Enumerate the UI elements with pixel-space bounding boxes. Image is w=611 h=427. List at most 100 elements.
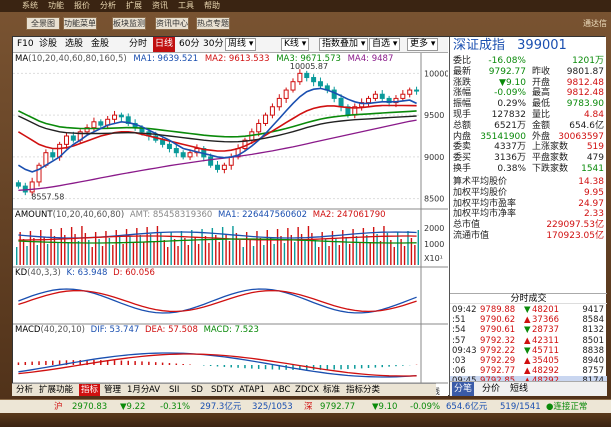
toolbar-30min[interactable]: 30分 (201, 37, 225, 52)
stat-row: 总市值 229097.53亿 (450, 220, 607, 231)
indicator-tab-3[interactable]: 管理 (102, 384, 123, 396)
stat-label: 加权平均股价 (453, 187, 508, 198)
kd-d-value: D: 60.056 (113, 268, 155, 278)
indicator-tab-8[interactable]: SDTX (209, 384, 236, 396)
quote-label: 昨收 (532, 66, 551, 77)
quote-row: 最新 9792.77 昨收 9801.87 (450, 67, 607, 78)
tick-count: 8132 (582, 325, 604, 336)
tick-count: 8838 (582, 345, 604, 356)
indicator-tab-2[interactable]: 指标 (79, 384, 101, 396)
indicator-tab-11[interactable]: ZDCX (293, 384, 321, 396)
tick-time: :03 (452, 356, 466, 366)
tab-short[interactable]: 短线 (508, 382, 530, 396)
toolbar-f10[interactable]: F10 (15, 37, 36, 52)
quote-label: 最新 (453, 66, 472, 77)
ma2-value: MA2: 9613.533 (204, 54, 270, 64)
function-menu-bar: 全景图 功能菜单 板块监测 资讯中心 热点专题 通达信 (0, 14, 611, 34)
tick-count: 9417 (582, 305, 604, 315)
toolbar-watchlist-select[interactable]: 自选 ▾ (369, 38, 401, 51)
indicator-tab-9[interactable]: ATAP1 (237, 384, 267, 396)
indicator-tab-0[interactable]: 分析 (14, 384, 35, 396)
tick-time: :57 (452, 335, 466, 346)
tick-count: 8757 (582, 366, 604, 377)
quote-row: 委比 -16.08% 1201万 (450, 56, 607, 67)
toolbar-60min[interactable]: 60分 (177, 37, 201, 52)
candle-body (112, 114, 118, 120)
toolbar-overlay-select[interactable]: 指数叠加 ▾ (319, 38, 369, 51)
indicator-tab-12[interactable]: 标准 (321, 384, 342, 396)
indicator-tab-7[interactable]: SD (189, 384, 205, 396)
tab-price[interactable]: 分价 (480, 382, 502, 396)
quote-label: 开盘 (532, 77, 551, 88)
tick-direction: ▲ (524, 335, 531, 346)
stat-label: 加权平均市净率 (453, 209, 517, 220)
main-panel: F10 诊股 选股 金股 分时 日线 60分 30分 周线 ▾ K线 ▾ 指数叠… (12, 36, 607, 396)
quote-label: 量比 (532, 110, 551, 120)
candle-body (208, 156, 214, 166)
quote-value: 654.6亿 (569, 120, 604, 131)
status-sh-pct: -0.31% (160, 402, 191, 412)
top-menu-4[interactable]: 扩展 (126, 1, 142, 10)
quote-value: ▼9.10 (499, 77, 526, 88)
toolbar-intraday[interactable]: 分时 (127, 37, 149, 52)
indicator-tab-10[interactable]: ABC (271, 384, 292, 396)
indicator-tab-1[interactable]: 扩展功能 (37, 384, 75, 396)
indicator-tab-6[interactable]: SII (167, 384, 181, 396)
top-menu-3[interactable]: 分析 (100, 1, 116, 10)
toolbar-daily[interactable]: 日线 (153, 37, 176, 52)
candle-body (372, 93, 378, 99)
toolbar-kline-select[interactable]: K线 ▾ (281, 38, 310, 51)
tick-direction: ▼ (524, 305, 531, 315)
amount-legend-params: (10,20,40,60,80) (52, 210, 125, 220)
toolbar-gold[interactable]: 金股 (89, 37, 111, 52)
candle-body (311, 77, 317, 83)
status-sz-count: 519/1541 (500, 402, 541, 412)
candle-body (317, 81, 323, 87)
status-sz-amount: 654.6亿元 (446, 402, 488, 412)
toolbar-period-select[interactable]: 周线 ▾ (225, 38, 257, 51)
toolbar-more-select[interactable]: 更多 ▾ (407, 38, 439, 51)
candle-body (215, 164, 220, 170)
menu-button-hot[interactable]: 热点专题 (196, 17, 230, 30)
tick-time: :51 (452, 315, 466, 326)
top-menu-2[interactable]: 报价 (74, 1, 90, 10)
quote-value: 30063597 (558, 131, 604, 142)
tick-volume: 48292 (532, 366, 560, 377)
top-menu-1[interactable]: 功能 (48, 1, 64, 10)
tick-time: 09:43 (452, 345, 477, 356)
indicator-tab-5[interactable]: AV (147, 384, 162, 396)
stat-row: 加权平均市净率 2.33 (450, 209, 607, 220)
tab-ticks[interactable]: 分笔 (452, 382, 475, 396)
candle-body (414, 89, 420, 92)
candle-body (228, 156, 234, 166)
kd-legend: KD(40,3,3) K: 63.948 D: 60.056 (15, 268, 155, 278)
quote-label: 换手 (453, 164, 472, 174)
toolbar-pick[interactable]: 选股 (63, 37, 85, 52)
tick-direction: ▼ (524, 325, 531, 336)
quote-row: 总额 6521万 金额 654.6亿 (450, 121, 607, 132)
top-menu-0[interactable]: 系统 (22, 1, 38, 10)
indicator-tab-13[interactable]: 指标分类 (344, 384, 382, 396)
tick-volume: 37366 (532, 315, 560, 326)
status-bar: 沪 2970.83 ▼9.22 -0.31% 297.3亿元 325/1053 … (0, 399, 611, 413)
candle-body (269, 106, 275, 116)
quote-value: 35141900 (480, 131, 526, 142)
menu-button-news[interactable]: 资讯中心 (155, 17, 189, 30)
chart-area[interactable]: 10000 9500 9000 8500 10005.87 8557.58 2000 1000… (13, 53, 448, 396)
tick-row: :03 9792.29 ▲ 35405 8940 (450, 356, 607, 367)
ticks-header: 分时成交 (450, 293, 607, 304)
ma3-value: MA3: 9671.573 (276, 54, 341, 64)
connection-status: ● 连接正常 (546, 402, 588, 412)
top-menu-6[interactable]: 工具 (178, 1, 194, 10)
top-menu-5[interactable]: 资讯 (152, 1, 168, 10)
quote-value: -16.08% (488, 56, 526, 66)
status-sh-price: 2970.83 (72, 402, 108, 412)
candle-body (43, 152, 49, 166)
toolbar-diagnose[interactable]: 诊股 (37, 37, 59, 52)
top-menu-7[interactable]: 帮助 (204, 1, 220, 10)
menu-button-panorama[interactable]: 全景图 (26, 17, 60, 30)
quote-label: 最低 (532, 99, 551, 110)
stat-row: 流通市值 170923.05亿 (450, 231, 607, 242)
menu-button-sector[interactable]: 板块监测 (112, 17, 146, 30)
menu-button-functions[interactable]: 功能菜单 (63, 17, 97, 30)
